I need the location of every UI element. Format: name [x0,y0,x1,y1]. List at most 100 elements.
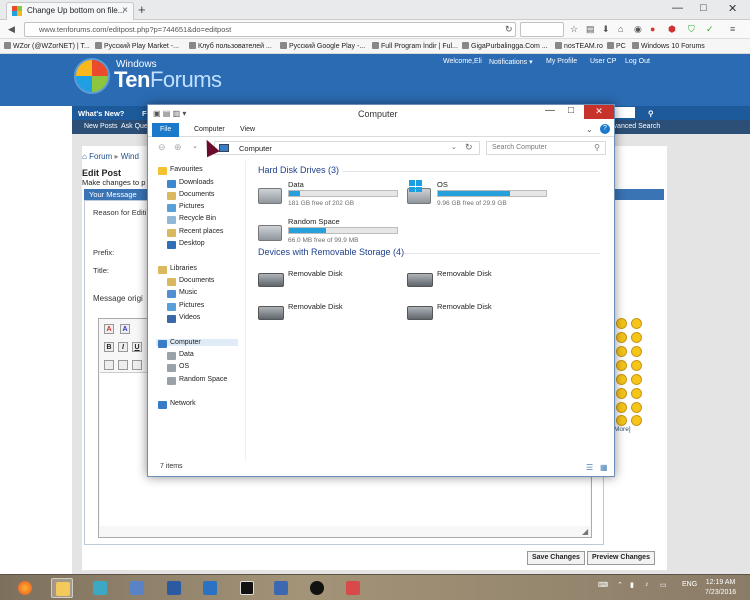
firefox-taskbar-icon[interactable] [14,578,36,598]
smiley-icon[interactable] [616,318,627,329]
recent-locations-icon[interactable]: ⌄ [192,142,198,150]
tab-view[interactable]: View [232,123,263,137]
app-taskbar-icon[interactable] [199,578,221,598]
minimize-button[interactable]: — [672,2,683,14]
resize-grip-icon[interactable]: ◢ [582,527,588,536]
bookmark-item[interactable]: PC [607,42,626,50]
drive-tile[interactable]: OS 9.96 GB free of 29.9 GB [407,180,557,214]
bookmarks-icon[interactable]: ▤ [586,24,595,35]
smiley-icon[interactable] [616,388,627,399]
tree-downloads[interactable]: Downloads [165,179,214,188]
smiley-icon[interactable] [631,318,642,329]
align-center-icon[interactable] [118,360,128,370]
tree-data[interactable]: Data [165,351,194,360]
drive-tile[interactable]: Data 181 GB free of 202 GB [258,180,408,214]
drive-tile[interactable]: Random Space 66.0 MB free of 99.9 MB [258,217,408,251]
nav-new-posts[interactable]: New Posts [84,123,117,130]
bookmark-item[interactable]: Windows 10 Forums [632,42,705,50]
user-cp-link[interactable]: User CP [590,58,616,65]
smiley-icon[interactable] [631,374,642,385]
preview-changes-button[interactable]: Preview Changes [587,551,655,565]
notifications-link[interactable]: Notifications ▾ [489,58,533,66]
forward-arrow-icon[interactable]: ⊕ [174,142,182,153]
removable-disk-tile[interactable]: Removable Disk [407,302,557,324]
smiley-icon[interactable] [631,360,642,371]
menu-icon[interactable]: ≡ [730,24,735,34]
close-button[interactable]: ✕ [728,2,737,15]
quick-access-toolbar[interactable]: ▣ ▤ ▥ ▾ [153,109,186,118]
windows-logo-icon[interactable] [74,58,110,94]
hard-disk-drives-header[interactable]: Hard Disk Drives (3) [258,165,339,175]
tab-close-icon[interactable]: × [122,5,128,16]
smiley-icon[interactable] [631,388,642,399]
tree-computer[interactable]: Computer [156,339,238,348]
tree-os[interactable]: OS [165,363,189,372]
browser-tab[interactable]: Change Up bottom on file... × [6,2,134,20]
removable-disk-tile[interactable]: Removable Disk [407,269,557,291]
back-icon[interactable]: ◀ [8,24,15,35]
tree-videos[interactable]: Videos [165,314,200,323]
clock[interactable]: 12:19 AM 7/23/2016 [705,578,736,598]
file-explorer-taskbar-icon[interactable] [51,578,73,598]
smiley-icon[interactable] [631,332,642,343]
tree-recycle-bin[interactable]: Recycle Bin [165,215,216,224]
italic-button[interactable]: I [118,342,128,352]
smiley-icon[interactable] [631,402,642,413]
network-icon[interactable]: ▮ [630,581,634,589]
pocket-icon[interactable]: ◉ [634,24,642,35]
smiley-icon[interactable] [631,415,642,426]
bookmark-item[interactable]: Клуб пользователей ... [189,42,272,50]
bookmark-item[interactable]: nosTEAM.ro [555,42,603,50]
tab-file[interactable]: File [152,123,180,137]
virtualbox-taskbar-icon[interactable] [270,578,292,598]
download-icon[interactable]: ⬇ [602,24,610,35]
star-icon[interactable]: ☆ [570,24,578,35]
search-box[interactable] [520,22,564,37]
smiley-icon[interactable] [616,346,627,357]
tree-libraries[interactable]: Libraries [156,265,197,274]
bookmark-item[interactable]: Русский Play Market -... [95,42,179,50]
explorer-maximize-button[interactable]: □ [562,105,580,119]
bookmark-item[interactable]: Русский Google Play -... [280,42,365,50]
site-logo[interactable]: TenForums [114,67,222,93]
bookmark-item[interactable]: WZor (@WZorNET) | T... [4,42,90,50]
tree-recent-places[interactable]: Recent places [165,228,223,237]
new-tab-button[interactable]: + [138,2,146,17]
explorer-titlebar[interactable]: ▣ ▤ ▥ ▾ Computer — □ ✕ [148,105,614,123]
action-center-icon[interactable]: ▭ [660,581,667,589]
url-bar[interactable]: www.tenforums.com/editpost.php?p=744651&… [24,22,516,37]
my-profile-link[interactable]: My Profile [546,58,577,65]
tree-lib-pictures[interactable]: Pictures [165,302,204,311]
address-bar[interactable]: Computer ⌄ ↻ [214,141,480,155]
align-right-icon[interactable] [132,360,142,370]
ribbon-expand-icon[interactable]: ⌄ [586,125,593,134]
language-indicator[interactable]: ENG [682,581,697,588]
tree-music[interactable]: Music [165,289,197,298]
tray-arrow-icon[interactable]: ⌃ [617,581,623,589]
font-size-icon[interactable]: A [120,324,130,334]
smiley-icon[interactable] [616,374,627,385]
explorer-minimize-button[interactable]: — [541,105,559,119]
powershell-taskbar-icon[interactable] [163,578,185,598]
font-color-icon[interactable]: A [104,324,114,334]
removable-disk-tile[interactable]: Removable Disk [258,269,408,291]
align-left-icon[interactable] [104,360,114,370]
help-icon[interactable]: ? [600,124,610,134]
pane-divider[interactable] [245,161,246,461]
username-link[interactable]: Eli [474,58,482,65]
nav-whats-new[interactable]: What's New? [78,109,124,118]
maximize-button[interactable]: □ [700,2,707,14]
keyboard-icon[interactable]: ⌨ [598,581,608,589]
tree-favourites[interactable]: Favourites [156,166,203,175]
address-dropdown-icon[interactable]: ⌄ [451,143,457,151]
tiles-view-icon[interactable]: ▦ [600,463,608,472]
smiley-icon[interactable] [616,415,627,426]
home-icon[interactable]: ⌂ [82,152,87,161]
bookmark-item[interactable]: GigaPurbalingga.Com ... [462,42,548,50]
snipping-tool-taskbar-icon[interactable] [342,578,364,598]
crumb-forum[interactable]: Forum [89,152,112,161]
log-out-link[interactable]: Log Out [625,58,650,65]
smiley-icon[interactable] [616,332,627,343]
smiley-icon[interactable] [616,360,627,371]
addon-icon[interactable]: ✓ [706,24,714,35]
